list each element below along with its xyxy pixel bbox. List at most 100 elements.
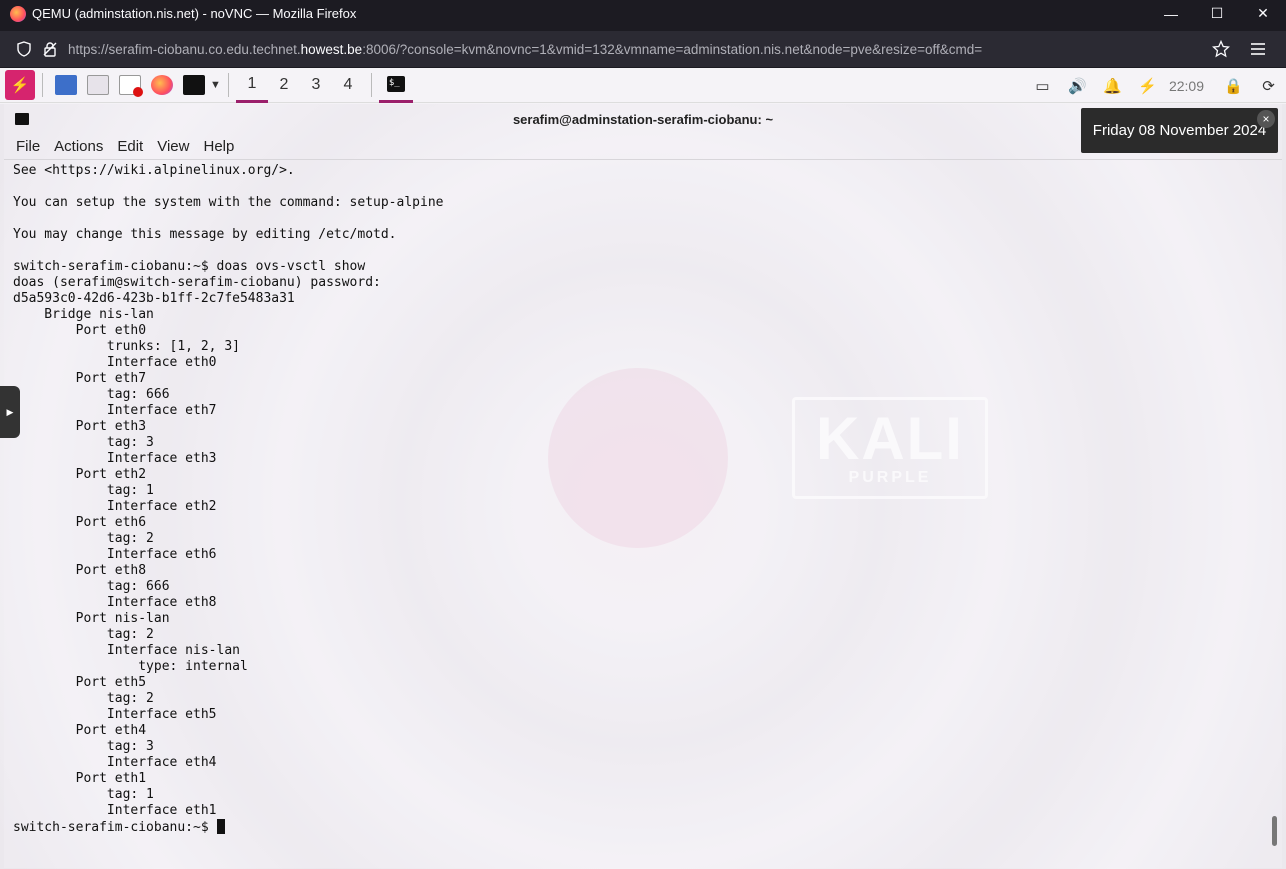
terminal-line: Port eth0: [13, 323, 147, 338]
shield-icon[interactable]: [16, 41, 32, 57]
terminal-line: trunks: [1, 2, 3]: [13, 339, 240, 354]
terminal-line: tag: 1: [13, 483, 154, 498]
kali-menu-button[interactable]: ⚡: [5, 70, 35, 100]
panel-separator: [227, 73, 229, 97]
terminal-line: Port eth6: [13, 515, 147, 530]
terminal-line: tag: 3: [13, 435, 154, 450]
terminal-line: Port eth2: [13, 467, 147, 482]
workspace-2[interactable]: 2: [268, 68, 300, 103]
lock-screen-icon[interactable]: 🔒: [1216, 68, 1251, 103]
volume-icon[interactable]: 🔊: [1060, 68, 1095, 103]
terminal-launcher-icon[interactable]: [183, 75, 205, 95]
terminal-line: Interface eth8: [13, 595, 217, 610]
terminal-window[interactable]: serafim@adminstation-serafim-ciobanu: ~ …: [4, 104, 1282, 868]
url-suffix: :8006/?console=kvm&novnc=1&vmid=132&vmna…: [362, 41, 983, 57]
workspace-4[interactable]: 4: [332, 68, 364, 103]
terminal-line: d5a593c0-42d6-423b-b1ff-2c7fe5483a31: [13, 291, 295, 306]
hamburger-menu-icon[interactable]: [1250, 40, 1266, 58]
terminal-line: tag: 2: [13, 691, 154, 706]
close-icon[interactable]: ×: [1257, 110, 1275, 128]
terminal-line: Interface eth2: [13, 499, 217, 514]
clock[interactable]: 22:09: [1165, 78, 1216, 94]
file-manager-icon[interactable]: [87, 75, 109, 95]
show-desktop-icon[interactable]: [55, 75, 77, 95]
terminal-line: Interface eth3: [13, 451, 217, 466]
terminal-line: Bridge nis-lan: [13, 307, 154, 322]
terminal-title: serafim@adminstation-serafim-ciobanu: ~: [512, 111, 774, 127]
address-bar[interactable]: https://serafim-ciobanu.co.edu.technet.h…: [0, 31, 1286, 67]
power-icon[interactable]: ⚡: [1130, 68, 1165, 103]
kali-panel: ⚡ ▼ 1 2 3 4 $_ ▭ 🔊 🔔 ⚡ 22:09 🔒 ⟳: [0, 68, 1286, 103]
terminal-line: tag: 3: [13, 739, 154, 754]
browser-titlebar: QEMU (adminstation.nis.net) - noVNC — Mo…: [0, 0, 1286, 27]
menu-actions[interactable]: Actions: [47, 138, 110, 155]
taskbar-terminal[interactable]: $_: [378, 68, 413, 103]
terminal-line: Port nis-lan: [13, 611, 170, 626]
workspace-3[interactable]: 3: [300, 68, 332, 103]
maximize-button[interactable]: ☐: [1194, 0, 1240, 27]
panel-separator: [370, 73, 372, 97]
terminal-line: See <https://wiki.alpinelinux.org/>.: [13, 163, 295, 178]
workspace-1[interactable]: 1: [235, 68, 268, 103]
terminal-line: Interface eth0: [13, 355, 217, 370]
terminal-line: Interface eth6: [13, 547, 217, 562]
menu-file[interactable]: File: [9, 138, 47, 155]
terminal-line: Port eth7: [13, 371, 147, 386]
terminal-line: doas (serafim@switch-serafim-ciobanu) pa…: [13, 275, 381, 290]
close-button[interactable]: ✕: [1240, 0, 1286, 27]
terminal-line: Port eth1: [13, 771, 147, 786]
terminal-line: tag: 666: [13, 579, 170, 594]
text-editor-badge: [133, 87, 143, 97]
terminal-icon: $_: [386, 75, 405, 92]
terminal-line: Interface eth1: [13, 803, 217, 818]
window-controls: — ☐ ✕: [1148, 0, 1286, 27]
vnc-desktop[interactable]: KALI PURPLE ⚡ ▼ 1 2 3 4 $_ ▭ 🔊 🔔 ⚡ 22:09…: [0, 68, 1286, 869]
terminal-line: Port eth5: [13, 675, 147, 690]
firefox-launcher-icon[interactable]: [151, 75, 173, 95]
terminal-icon: [15, 113, 29, 125]
terminal-line: tag: 2: [13, 627, 154, 642]
url-text[interactable]: https://serafim-ciobanu.co.edu.technet.h…: [68, 42, 982, 57]
terminal-line: tag: 666: [13, 387, 170, 402]
terminal-line: Interface eth4: [13, 755, 217, 770]
panel-separator: [42, 73, 43, 97]
minimize-button[interactable]: —: [1148, 0, 1194, 27]
terminal-line: You can setup the system with the comman…: [13, 195, 444, 210]
network-icon[interactable]: ▭: [1025, 68, 1060, 103]
text-editor-icon[interactable]: [119, 75, 143, 97]
notification-bell-icon[interactable]: 🔔: [1095, 68, 1130, 103]
window-title: QEMU (adminstation.nis.net) - noVNC — Mo…: [32, 6, 357, 21]
terminal-line: Port eth8: [13, 563, 147, 578]
url-host: howest.be: [300, 41, 363, 57]
menu-edit[interactable]: Edit: [110, 138, 150, 155]
system-tray: ▭ 🔊 🔔 ⚡ 22:09 🔒 ⟳: [1025, 68, 1286, 103]
url-prefix: https://serafim-ciobanu.co.edu.technet.: [68, 41, 301, 57]
bookmark-star-icon[interactable]: [1212, 40, 1230, 58]
terminal-line: Port eth3: [13, 419, 147, 434]
terminal-line: type: internal: [13, 659, 248, 674]
terminal-line: Port eth4: [13, 723, 147, 738]
chevron-down-icon[interactable]: ▼: [210, 79, 221, 91]
terminal-prompt: switch-serafim-ciobanu:~$: [13, 820, 217, 835]
menu-help[interactable]: Help: [196, 138, 241, 155]
logout-icon[interactable]: ⟳: [1251, 68, 1286, 103]
terminal-line: switch-serafim-ciobanu:~$ doas ovs-vsctl…: [13, 259, 366, 274]
terminal-cursor: [216, 819, 225, 834]
terminal-scrollbar[interactable]: [1272, 816, 1277, 846]
terminal-line: tag: 1: [13, 787, 154, 802]
menu-view[interactable]: View: [150, 138, 196, 155]
terminal-line: tag: 2: [13, 531, 154, 546]
terminal-output[interactable]: See <https://wiki.alpinelinux.org/>. You …: [13, 163, 1263, 863]
lock-insecure-icon[interactable]: [42, 41, 58, 57]
novnc-sidebar-handle[interactable]: ▶: [0, 386, 20, 438]
terminal-line: Interface eth7: [13, 403, 217, 418]
date-tooltip: Friday 08 November 2024: [1081, 108, 1278, 153]
firefox-icon: [10, 5, 26, 22]
terminal-line: You may change this message by editing /…: [13, 227, 397, 242]
terminal-prompt-line[interactable]: switch-serafim-ciobanu:~$: [13, 819, 1263, 835]
terminal-line: Interface eth5: [13, 707, 217, 722]
terminal-line: Interface nis-lan: [13, 643, 240, 658]
